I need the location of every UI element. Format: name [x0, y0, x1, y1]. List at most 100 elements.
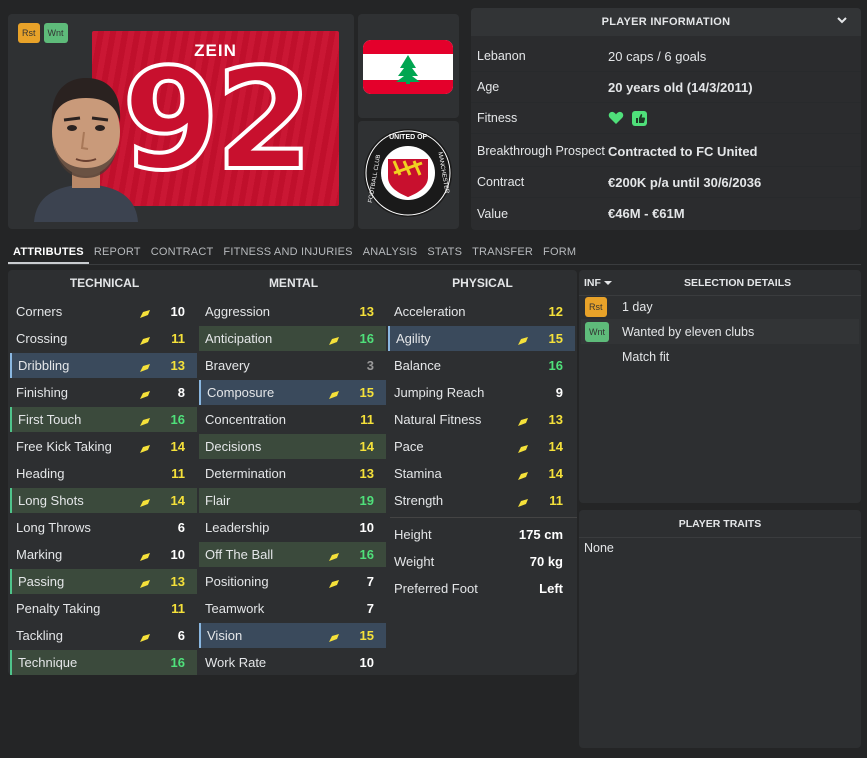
player-information-title: PLAYER INFORMATION: [601, 16, 731, 28]
selection-text: 1 day: [622, 299, 653, 314]
svg-text:UNITED OF: UNITED OF: [389, 134, 427, 141]
selection-text: Wanted by eleven clubs: [622, 324, 755, 339]
thumbs-up-icon[interactable]: [632, 110, 647, 126]
progress-arrow-icon: [517, 442, 529, 453]
attribute-row-long-shots[interactable]: Long Shots 14: [10, 488, 197, 513]
inf-sort-button[interactable]: INF: [584, 277, 612, 289]
attribute-row-pace[interactable]: Pace 14: [388, 434, 575, 459]
progress-arrow-icon: [328, 334, 340, 345]
attribute-row-penalty-taking[interactable]: Penalty Taking 11: [10, 596, 197, 621]
tab-contract[interactable]: CONTRACT: [146, 240, 219, 264]
tab-report[interactable]: REPORT: [89, 240, 146, 264]
attribute-row-technique[interactable]: Technique 16: [10, 650, 197, 675]
physical-detail-height: Height 175 cm: [388, 522, 575, 547]
attribute-row-aggression[interactable]: Aggression 13: [199, 299, 386, 324]
info-value[interactable]: Contracted to FC United: [608, 144, 758, 159]
attribute-row-bravery[interactable]: Bravery 3: [199, 353, 386, 378]
attribute-row-agility[interactable]: Agility 15: [388, 326, 575, 351]
attribute-name: Strength: [394, 493, 444, 508]
player-traits-panel: PLAYER TRAITS None: [579, 510, 861, 748]
attribute-row-dribbling[interactable]: Dribbling 13: [10, 353, 197, 378]
detail-label: Preferred Foot: [394, 581, 478, 596]
attribute-row-positioning[interactable]: Positioning 7: [199, 569, 386, 594]
progress-arrow-icon: [328, 577, 340, 588]
attribute-row-first-touch[interactable]: First Touch 16: [10, 407, 197, 432]
attribute-value: 11: [171, 601, 185, 616]
progress-arrow-icon: [139, 334, 151, 345]
chevron-down-icon[interactable]: [835, 13, 849, 27]
attribute-name: Heading: [16, 466, 65, 481]
attribute-row-natural-fitness[interactable]: Natural Fitness 13: [388, 407, 575, 432]
physical-divider: [390, 517, 577, 518]
attribute-row-off-the-ball[interactable]: Off The Ball 16: [199, 542, 386, 567]
attribute-name: First Touch: [18, 412, 82, 427]
progress-arrow-icon: [328, 388, 340, 399]
progress-arrow-icon: [517, 415, 529, 426]
info-label: Fitness: [477, 111, 518, 125]
info-row-nation: Lebanon 20 caps / 6 goals: [471, 41, 861, 72]
attribute-row-anticipation[interactable]: Anticipation 16: [199, 326, 386, 351]
attribute-row-free-kick-taking[interactable]: Free Kick Taking 14: [10, 434, 197, 459]
attribute-row-strength[interactable]: Strength 11: [388, 488, 575, 513]
club-crest-box[interactable]: UNITED OF FOOTBALL CLUB MANCHESTER: [358, 121, 459, 229]
detail-label: Weight: [394, 554, 435, 569]
attribute-row-tackling[interactable]: Tackling 6: [10, 623, 197, 648]
attribute-value: 8: [177, 385, 185, 400]
rest-badge[interactable]: Rst: [18, 23, 40, 43]
tab-form[interactable]: FORM: [538, 240, 581, 264]
wanted-badge[interactable]: Wnt: [585, 321, 610, 342]
attribute-value: 10: [359, 520, 374, 535]
attribute-value: 14: [359, 439, 374, 454]
attribute-row-heading[interactable]: Heading 11: [10, 461, 197, 486]
attribute-value: 11: [360, 412, 374, 427]
attribute-row-balance[interactable]: Balance 16: [388, 353, 575, 378]
info-row-prospect: Breakthrough Prospect Contracted to FC U…: [471, 136, 861, 167]
attribute-row-decisions[interactable]: Decisions 14: [199, 434, 386, 459]
attribute-name: Composure: [207, 385, 275, 400]
attribute-row-teamwork[interactable]: Teamwork 7: [199, 596, 386, 621]
attribute-row-composure[interactable]: Composure 15: [199, 380, 386, 405]
attribute-value: 6: [177, 628, 185, 643]
rest-badge[interactable]: Rst: [585, 296, 607, 317]
attribute-row-corners[interactable]: Corners 10: [10, 299, 197, 324]
tab-analysis[interactable]: ANALYSIS: [358, 240, 423, 264]
attribute-row-concentration[interactable]: Concentration 11: [199, 407, 386, 432]
nation-flag-box[interactable]: [358, 14, 459, 118]
info-label: Age: [477, 80, 500, 94]
attribute-row-leadership[interactable]: Leadership 10: [199, 515, 386, 540]
attribute-row-passing[interactable]: Passing 13: [10, 569, 197, 594]
heart-icon[interactable]: [608, 111, 624, 125]
attribute-name: Teamwork: [205, 601, 265, 616]
attribute-row-jumping-reach[interactable]: Jumping Reach 9: [388, 380, 575, 405]
attribute-name: Balance: [394, 358, 441, 373]
tab-attributes[interactable]: ATTRIBUTES: [8, 240, 89, 264]
attribute-row-marking[interactable]: Marking 10: [10, 542, 197, 567]
player-information-panel: PLAYER INFORMATION Lebanon 20 caps / 6 g…: [471, 8, 861, 230]
attribute-value: 13: [548, 412, 563, 427]
progress-arrow-icon: [139, 631, 151, 642]
attribute-row-stamina[interactable]: Stamina 14: [388, 461, 575, 486]
attribute-row-work-rate[interactable]: Work Rate 10: [199, 650, 386, 675]
info-value: €46M - €61M: [608, 206, 685, 221]
progress-arrow-icon: [139, 361, 151, 372]
info-label: Breakthrough Prospect: [477, 144, 605, 158]
tab-stats[interactable]: STATS: [422, 240, 467, 264]
attribute-row-long-throws[interactable]: Long Throws 6: [10, 515, 197, 540]
tab-fitness-and-injuries[interactable]: FITNESS AND INJURIES: [218, 240, 357, 264]
attribute-value: 7: [366, 574, 374, 589]
attribute-row-acceleration[interactable]: Acceleration 12: [388, 299, 575, 324]
info-value: €200K p/a until 30/6/2036: [608, 174, 762, 190]
profile-tabs: ATTRIBUTES REPORT CONTRACT FITNESS AND I…: [8, 240, 861, 265]
attribute-row-flair[interactable]: Flair 19: [199, 488, 386, 513]
wanted-badge[interactable]: Wnt: [43, 23, 68, 43]
attribute-row-vision[interactable]: Vision 15: [199, 623, 386, 648]
detail-value: 175 cm: [518, 527, 563, 542]
attribute-name: Leadership: [205, 520, 270, 535]
attribute-row-finishing[interactable]: Finishing 8: [10, 380, 197, 405]
attribute-name: Concentration: [205, 412, 286, 427]
tab-transfer[interactable]: TRANSFER: [467, 240, 538, 264]
attribute-name: Anticipation: [205, 331, 273, 346]
attribute-row-crossing[interactable]: Crossing 11: [10, 326, 197, 351]
attribute-row-determination[interactable]: Determination 13: [199, 461, 386, 486]
player-information-header[interactable]: PLAYER INFORMATION: [471, 8, 861, 36]
